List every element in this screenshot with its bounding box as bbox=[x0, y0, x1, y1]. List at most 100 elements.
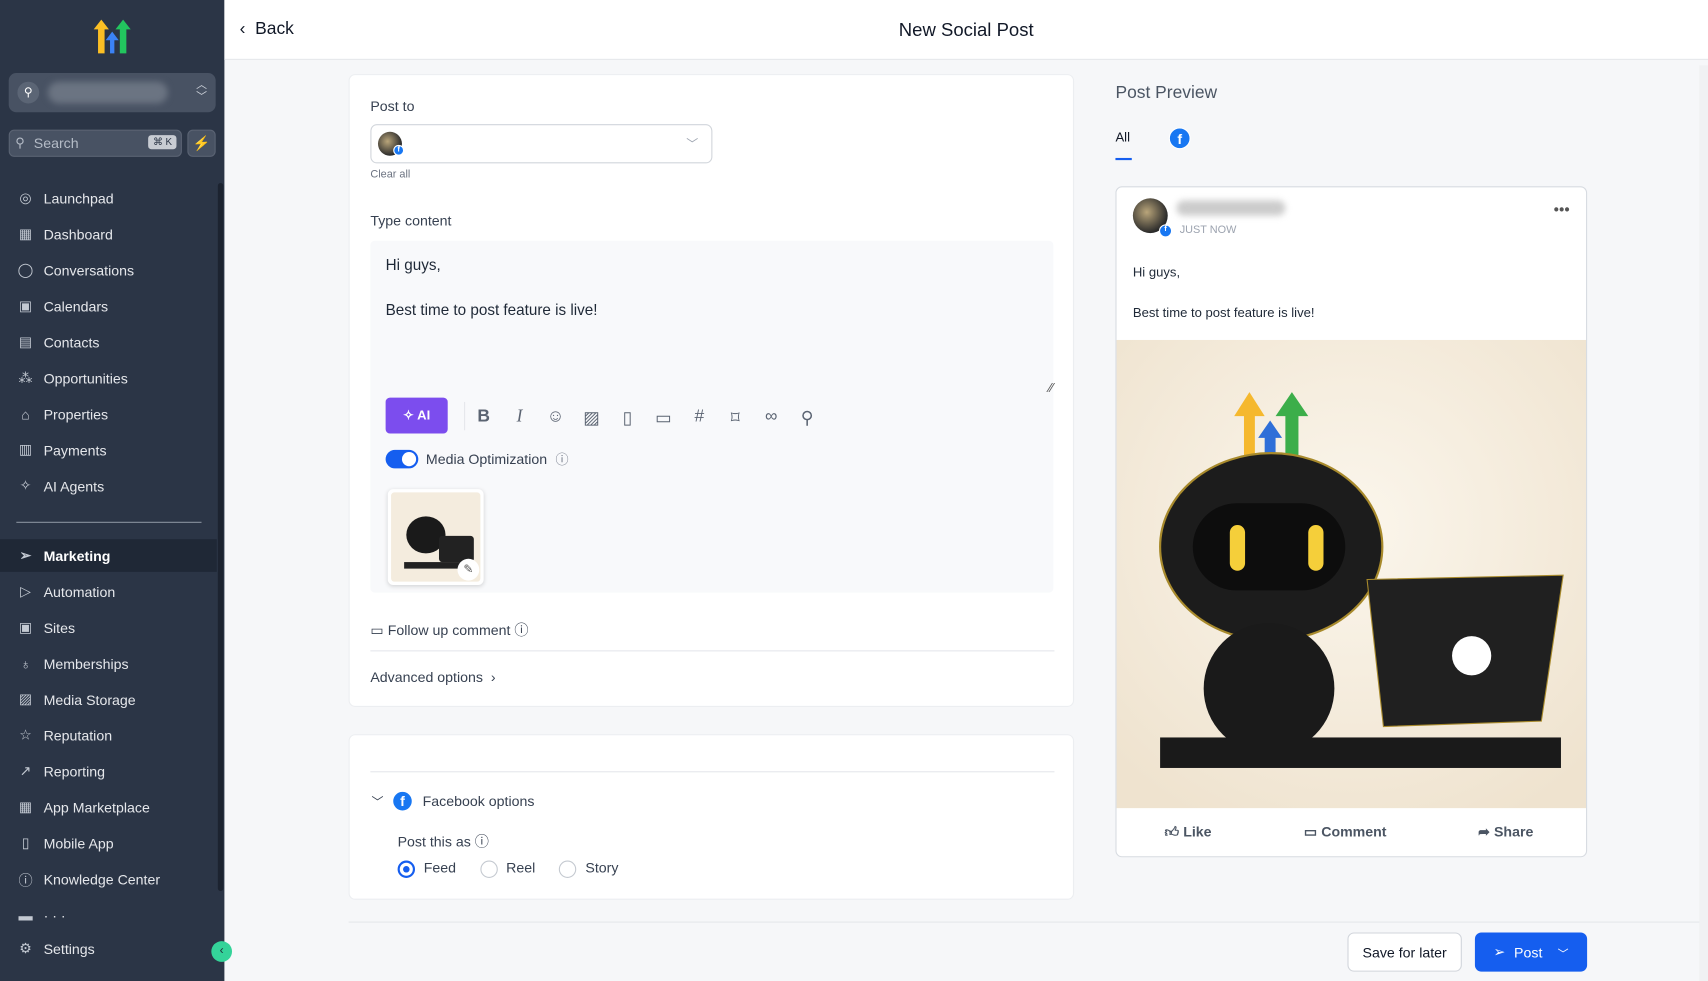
content-editor[interactable]: Hi guys, Best time to post feature is li… bbox=[370, 240, 1054, 593]
post-button[interactable]: ➢ Post ﹀ bbox=[1474, 932, 1588, 972]
emoji-button[interactable]: ☺ bbox=[542, 407, 568, 427]
sidebar-item-label: Automation bbox=[43, 583, 116, 600]
sidebar-item-reporting[interactable]: ↗ Reporting bbox=[0, 755, 217, 788]
resize-handle[interactable]: ⁄⁄ bbox=[1049, 380, 1053, 395]
radio-reel[interactable]: Reel bbox=[479, 859, 535, 878]
sidebar-item--[interactable]: ▬ · · · bbox=[0, 899, 217, 932]
follow-up-comment[interactable]: ▭ Follow up comment ⓘ bbox=[370, 619, 528, 640]
home-icon: ⌂ bbox=[21, 405, 30, 423]
radio-button[interactable] bbox=[479, 860, 498, 878]
location-switcher[interactable]: ⚲ ︿ ﹀ bbox=[8, 72, 216, 113]
sidebar-item-app-marketplace[interactable]: ▦ App Marketplace bbox=[0, 791, 217, 824]
save-for-later-button[interactable]: Save for later bbox=[1347, 932, 1462, 972]
media-thumbnail[interactable]: ✎ bbox=[387, 489, 484, 585]
radio-button[interactable] bbox=[397, 860, 416, 878]
hashtag-button[interactable]: # bbox=[686, 407, 712, 427]
sidebar-scrollbar[interactable] bbox=[217, 183, 224, 892]
facebook-icon: f bbox=[1159, 224, 1173, 238]
sidebar-item-opportunities[interactable]: ⁂ Opportunities bbox=[0, 362, 217, 395]
edit-pencil-icon[interactable]: ✎ bbox=[457, 558, 480, 581]
back-button[interactable]: ‹ Back bbox=[240, 20, 294, 40]
bold-button[interactable]: B bbox=[471, 407, 497, 427]
comment-label: Comment bbox=[1321, 823, 1387, 840]
clear-all-link[interactable]: Clear all bbox=[370, 169, 410, 181]
sidebar-item-ai-agents[interactable]: ✧ AI Agents bbox=[0, 469, 217, 502]
like-button[interactable]: 👍︎ Like bbox=[1164, 824, 1211, 841]
share-label: Share bbox=[1493, 823, 1534, 840]
sidebar-item-payments[interactable]: ▥ Payments bbox=[0, 434, 217, 467]
tag-button[interactable]: ⌑ bbox=[722, 407, 748, 429]
sidebar-item-settings[interactable]: ⚙ Settings bbox=[0, 932, 217, 965]
calendar-icon: ▣ bbox=[18, 297, 33, 314]
image-button[interactable]: ▨ bbox=[578, 407, 604, 429]
account-select[interactable]: f ﹀ bbox=[370, 124, 713, 164]
back-label: Back bbox=[255, 19, 294, 39]
radio-label: Feed bbox=[423, 859, 457, 876]
sidebar-item-marketing[interactable]: ➢ Marketing bbox=[0, 539, 217, 572]
sidebar-item-launchpad[interactable]: ◎ Launchpad bbox=[0, 182, 217, 215]
post-image bbox=[1116, 339, 1587, 809]
sidebar-item-mobile-app[interactable]: ▯ Mobile App bbox=[0, 827, 217, 860]
sidebar-item-automation[interactable]: ▷ Automation bbox=[0, 575, 217, 608]
apps-icon: ▦ bbox=[18, 798, 33, 815]
location-button[interactable]: ⚲ bbox=[794, 407, 820, 429]
sidebar-item-label: Settings bbox=[43, 940, 95, 957]
info-icon[interactable]: ⓘ bbox=[556, 450, 569, 469]
search-input[interactable]: ⚲ Search ⌘ K bbox=[8, 129, 182, 157]
ai-assist-button[interactable]: ✧ AI bbox=[385, 397, 448, 434]
sidebar-item-dashboard[interactable]: ▦ Dashboard bbox=[0, 218, 217, 251]
receipt-icon: ▥ bbox=[18, 441, 33, 458]
link-button[interactable]: ∞ bbox=[758, 407, 784, 427]
sidebar-item-media-storage[interactable]: ▨ Media Storage bbox=[0, 683, 217, 716]
sidebar-item-knowledge-center[interactable]: ⓘ Knowledge Center bbox=[0, 863, 217, 896]
post-label: Post bbox=[1514, 943, 1543, 961]
radio-story[interactable]: Story bbox=[559, 859, 618, 878]
sidebar-item-memberships[interactable]: ♁ Memberships bbox=[0, 647, 217, 680]
tab-facebook[interactable]: f bbox=[1168, 127, 1191, 150]
share-button[interactable]: ➦ Share bbox=[1478, 824, 1533, 841]
radio-button[interactable] bbox=[559, 860, 577, 878]
quick-action-button[interactable]: ⚡ bbox=[187, 129, 216, 157]
collapse-sidebar-button[interactable]: ‹ bbox=[211, 941, 233, 962]
media-optimization-toggle[interactable] bbox=[385, 449, 419, 469]
sidebar-item-sites[interactable]: ▣ Sites bbox=[0, 611, 217, 644]
italic-button[interactable]: I bbox=[507, 407, 533, 427]
share-icon: ➦ bbox=[1478, 823, 1494, 840]
video-button[interactable]: ▭ bbox=[650, 407, 676, 429]
more-options-icon[interactable]: ••• bbox=[1554, 200, 1570, 217]
post-as-text: Post this as bbox=[397, 833, 471, 850]
sidebar-item-label: Calendars bbox=[43, 297, 109, 315]
comment-button[interactable]: ▭ Comment bbox=[1304, 824, 1387, 841]
logo bbox=[93, 19, 131, 54]
sidebar-item-label: Launchpad bbox=[43, 190, 114, 207]
automation-icon: ▷ bbox=[20, 582, 32, 600]
sidebar-item-label: Reporting bbox=[43, 763, 105, 780]
sidebar-item-calendars[interactable]: ▣ Calendars bbox=[0, 290, 217, 323]
follow-up-label: Follow up comment bbox=[387, 621, 511, 639]
content-line: Best time to post feature is live! bbox=[385, 300, 598, 319]
sidebar-item-properties[interactable]: ⌂ Properties bbox=[0, 398, 217, 431]
account-name-blurred bbox=[1176, 200, 1286, 216]
send-icon: ➢ bbox=[19, 546, 32, 564]
page-title: New Social Post bbox=[898, 19, 1034, 41]
sidebar-item-label: Contacts bbox=[43, 333, 100, 351]
comment-icon: ▭ bbox=[370, 621, 388, 639]
sidebar-item-contacts[interactable]: ▤ Contacts bbox=[0, 326, 217, 359]
sidebar-item-conversations[interactable]: ◯ Conversations bbox=[0, 254, 217, 287]
page-scrollbar[interactable] bbox=[1699, 65, 1708, 981]
help-icon: ⓘ bbox=[514, 621, 529, 639]
media-optimization-label: Media Optimization bbox=[425, 450, 548, 468]
facebook-options-toggle[interactable]: ﹀ f Facebook options bbox=[371, 790, 534, 812]
advanced-options-toggle[interactable]: Advanced options › bbox=[370, 669, 495, 685]
sidebar-item-label: AI Agents bbox=[43, 477, 105, 494]
search-placeholder: Search bbox=[33, 135, 79, 152]
comment-icon: ▭ bbox=[1303, 823, 1322, 840]
sidebar-item-reputation[interactable]: ☆ Reputation bbox=[0, 719, 217, 752]
tab-all[interactable]: All bbox=[1115, 130, 1130, 145]
file-button[interactable]: ▯ bbox=[614, 407, 640, 429]
facebook-icon: f bbox=[392, 790, 413, 812]
gear-icon: ⚙ bbox=[19, 940, 32, 957]
radio-feed[interactable]: Feed bbox=[397, 859, 457, 878]
divider bbox=[370, 650, 1055, 652]
lightning-icon: ⚡ bbox=[192, 135, 211, 152]
